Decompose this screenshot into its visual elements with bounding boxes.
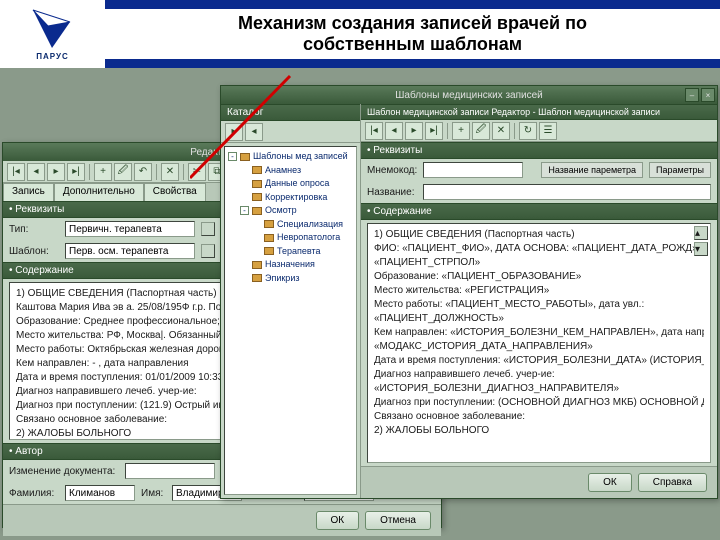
section-requisites: • Реквизиты	[361, 142, 717, 159]
props-icon[interactable]: ☰	[539, 122, 557, 140]
cancel-button[interactable]: Отмена	[365, 511, 431, 530]
name-label: Имя:	[141, 488, 166, 499]
template-content[interactable]: ▴ ▾ 1) ОБЩИЕ СВЕДЕНИЯ (Паспортная часть)…	[367, 223, 711, 463]
tree-node[interactable]: Назначения	[228, 258, 353, 272]
scroll-down-icon[interactable]: ▾	[694, 242, 708, 256]
tree-node[interactable]: Терапевта	[228, 245, 353, 259]
nav-prev-icon[interactable]: ◂	[385, 122, 403, 140]
undo-icon[interactable]: ↶	[134, 163, 152, 181]
close-icon[interactable]: ×	[701, 88, 715, 102]
mnemo-label: Мнемокод:	[367, 165, 417, 176]
param-name-col: Название пареметра	[541, 162, 643, 178]
nav-first-icon[interactable]: |◂	[7, 163, 25, 181]
delete-icon[interactable]: ✕	[492, 122, 510, 140]
tpl-field[interactable]	[65, 243, 195, 259]
tree-node[interactable]: Корректировка	[228, 191, 353, 205]
edit-icon[interactable]: 🖉	[114, 163, 132, 181]
param-type-col: Параметры	[649, 162, 711, 178]
type-field[interactable]	[65, 221, 195, 237]
template-editor: Шаблон медицинской записи Редактор - Шаб…	[361, 104, 717, 498]
tree-node[interactable]: -Осмотр	[228, 204, 353, 218]
tpl-picker[interactable]	[201, 244, 215, 258]
editor-header: Шаблон медицинской записи Редактор - Шаб…	[361, 104, 717, 120]
fam-label: Фамилия:	[9, 488, 59, 499]
tree-node[interactable]: Эпикриз	[228, 272, 353, 286]
help-button[interactable]: Справка	[638, 473, 707, 492]
fam-field[interactable]	[65, 485, 135, 501]
ok-button[interactable]: ОК	[588, 473, 632, 492]
arrow	[190, 68, 300, 188]
scroll-up-icon[interactable]: ▴	[694, 226, 708, 240]
mnemo-field[interactable]	[423, 162, 523, 178]
tree-node[interactable]: Невропатолога	[228, 231, 353, 245]
date-label: Изменение документа:	[9, 466, 119, 477]
name-label: Название:	[367, 187, 417, 198]
catalog-tree[interactable]: -Шаблоны мед записейАнамнезДанные опроса…	[224, 146, 357, 495]
nav-next-icon[interactable]: ▸	[47, 163, 65, 181]
nav-first-icon[interactable]: |◂	[365, 122, 383, 140]
nav-prev-icon[interactable]: ◂	[27, 163, 45, 181]
tab-extra[interactable]: Дополнительно	[54, 183, 144, 201]
tree-node[interactable]: Специализация	[228, 218, 353, 232]
type-label: Тип:	[9, 224, 59, 235]
nav-last-icon[interactable]: ▸|	[67, 163, 85, 181]
app-header: ПАРУС Механизм создания записей врачей п…	[0, 0, 720, 68]
logo: ПАРУС	[0, 0, 105, 68]
tab-record[interactable]: Запись	[3, 183, 54, 201]
add-icon[interactable]: +	[452, 122, 470, 140]
date-field[interactable]	[125, 463, 215, 479]
add-icon[interactable]: +	[94, 163, 112, 181]
page-title: Механизм создания записей врачей по собс…	[105, 9, 720, 59]
ok-button[interactable]: ОК	[316, 511, 360, 530]
type-picker[interactable]	[201, 222, 215, 236]
minimize-icon[interactable]: –	[685, 88, 699, 102]
tpl-label: Шаблон:	[9, 246, 59, 257]
name-field[interactable]	[423, 184, 711, 200]
section-content: • Содержание	[361, 203, 717, 220]
delete-icon[interactable]: ✕	[161, 163, 179, 181]
nav-next-icon[interactable]: ▸	[405, 122, 423, 140]
nav-last-icon[interactable]: ▸|	[425, 122, 443, 140]
edit-icon[interactable]: 🖉	[472, 122, 490, 140]
refresh-icon[interactable]: ↻	[519, 122, 537, 140]
